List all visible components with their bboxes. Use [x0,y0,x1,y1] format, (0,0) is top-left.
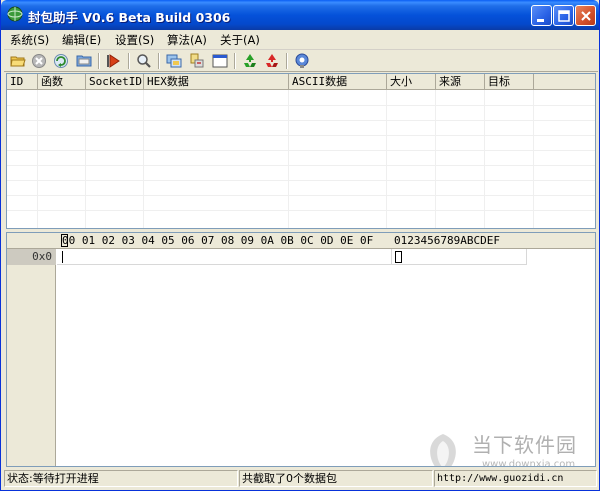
close-icon [581,11,591,21]
toolbar-separator [128,53,130,69]
filter-icon [190,53,204,68]
ascii-caret [395,251,402,263]
title-bar[interactable]: 封包助手 V0.6 Beta Build 0306 [1,0,599,30]
toolbar [4,50,598,72]
column-header-hex-data[interactable]: HEX数据 [144,74,289,90]
column-header-size[interactable]: 大小 [387,74,436,90]
folder-icon [76,55,92,67]
recycle-red-icon [266,54,278,67]
column-header-source[interactable]: 来源 [436,74,485,90]
maximize-button[interactable] [553,5,574,26]
maximize-icon [558,10,570,22]
status-state: 状态:等待打开进程 [4,470,238,487]
offset-label: 0x0 [7,249,56,265]
grid-line [7,180,595,181]
grid-line [143,90,144,228]
grid-line [386,90,387,228]
grid-line [484,90,485,228]
column-header-id[interactable]: ID [7,74,38,90]
menu-system[interactable]: 系统(S) [10,32,49,48]
search-icon [137,54,151,68]
open-folder-icon [10,56,26,67]
grid-line [7,105,595,106]
open-folder-button[interactable] [9,52,27,70]
minimize-button[interactable] [531,5,552,26]
refresh-button[interactable] [52,52,70,70]
hex-header: 00 01 02 03 04 05 06 07 08 09 0A 0B 0C 0… [7,233,595,249]
column-header-filler [534,74,595,90]
window-button[interactable] [211,52,229,70]
toolbar-separator [234,53,236,69]
grid-line [37,90,38,228]
grid-line [7,210,595,211]
app-window: 封包助手 V0.6 Beta Build 0306 系统(S) 编辑(E) 设置… [0,0,600,491]
grid-line [7,120,595,121]
menu-edit[interactable]: 编辑(E) [62,32,101,48]
grid-line [7,150,595,151]
recycle-green-icon [244,54,256,67]
grid-line [7,165,595,166]
column-header-socketid[interactable]: SocketID [86,74,144,90]
offset-gutter [7,249,56,466]
settings-button[interactable] [293,52,311,70]
watermark-text: 当下软件园 [472,433,577,457]
network-button[interactable] [165,52,183,70]
filter-button[interactable] [188,52,206,70]
status-url: http://www.guozidi.cn [434,470,597,487]
status-bar: 状态:等待打开进程 共截取了0个数据包 http://www.guozidi.c… [4,469,598,489]
minimize-icon [537,19,544,22]
hex-column-labels: 00 01 02 03 04 05 06 07 08 09 0A 0B 0C 0… [62,234,374,247]
grid-line [435,90,436,228]
search-button[interactable] [135,52,153,70]
watermark-url: www.downxia.com [482,459,576,467]
settings-icon [295,53,309,68]
refresh-icon [54,54,68,68]
column-header-ascii-data[interactable]: ASCII数据 [289,74,387,90]
grid-line [533,90,534,228]
network-icon [166,54,182,68]
stop-icon [32,54,46,68]
hex-caret [62,251,63,263]
ascii-column-labels: 0123456789ABCDEF [394,234,500,247]
window-title: 封包助手 V0.6 Beta Build 0306 [28,10,231,25]
hex-row-line [57,264,527,265]
window-icon [212,54,228,68]
header-cursor [61,234,68,247]
hex-ascii-divider [391,249,392,265]
play-icon [107,54,120,68]
hex-view[interactable]: 00 01 02 03 04 05 06 07 08 09 0A 0B 0C 0… [6,232,596,467]
column-header-function[interactable]: 函数 [38,74,86,90]
grid-line [7,135,595,136]
menu-settings[interactable]: 设置(S) [115,32,154,48]
hex-row-end [526,249,527,265]
column-header-target[interactable]: 目标 [485,74,534,90]
recycle-red-button[interactable] [263,52,281,70]
close-button[interactable] [575,5,596,26]
menu-algorithm[interactable]: 算法(A) [167,32,207,48]
menu-about[interactable]: 关于(A) [220,32,260,48]
grid-line [288,90,289,228]
toolbar-separator [158,53,160,69]
app-icon [7,6,23,22]
packet-list[interactable]: ID 函数 SocketID HEX数据 ASCII数据 大小 来源 目标 [6,73,596,229]
grid-line [7,195,595,196]
watermark-logo [430,434,456,466]
menu-bar: 系统(S) 编辑(E) 设置(S) 算法(A) 关于(A) [4,30,598,50]
toolbar-separator [286,53,288,69]
folder-button[interactable] [75,52,93,70]
status-captured-count: 共截取了0个数据包 [239,470,433,487]
grid-line [85,90,86,228]
toolbar-separator [98,53,100,69]
play-button[interactable] [105,52,123,70]
stop-button[interactable] [30,52,48,70]
recycle-green-button[interactable] [241,52,259,70]
